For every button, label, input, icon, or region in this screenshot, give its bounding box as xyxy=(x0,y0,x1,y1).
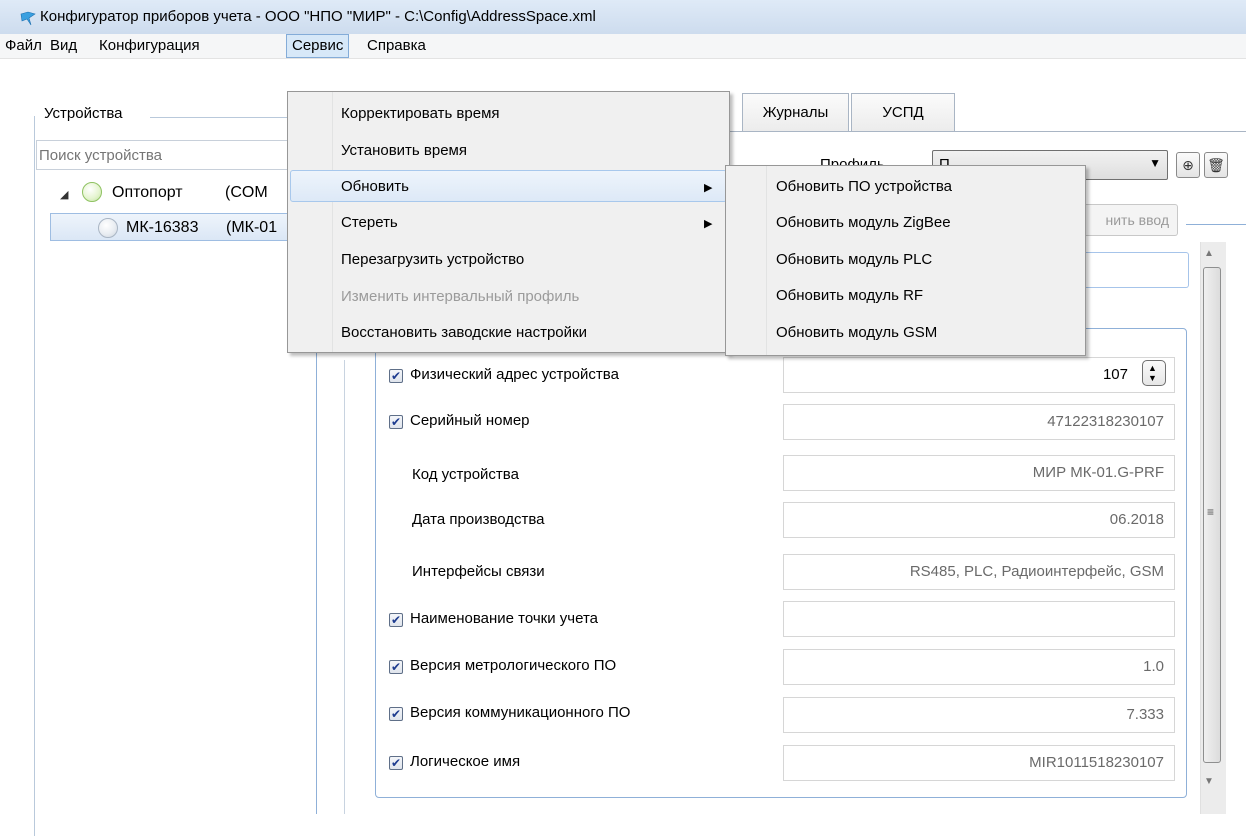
serial-number-field: 47122318230107 xyxy=(783,404,1175,440)
groupbox-header-line xyxy=(150,117,295,118)
status-idle-icon xyxy=(98,218,118,238)
submenu-update-zigbee[interactable]: Обновить модуль ZigBee xyxy=(776,214,951,231)
spinner-up-icon[interactable]: ▲ xyxy=(1148,363,1157,373)
tree-node-model: (МК-01 xyxy=(226,219,278,236)
tree-node-port: (COM xyxy=(225,184,268,201)
status-connected-icon xyxy=(82,182,102,202)
menu-configuration[interactable]: Конфигурация xyxy=(94,34,205,58)
submenu-arrow-icon: ▶ xyxy=(704,218,713,230)
menu-item-set-time[interactable]: Установить время xyxy=(341,142,467,159)
menu-gutter-line xyxy=(332,92,333,352)
window-title: Конфигуратор приборов учета - ООО "НПО "… xyxy=(40,8,596,25)
checkbox-physical-address[interactable]: ✔ xyxy=(389,369,403,383)
checkbox-point-name[interactable]: ✔ xyxy=(389,613,403,627)
label-metrology-version: Версия метрологического ПО xyxy=(410,657,617,674)
menu-view[interactable]: Вид xyxy=(45,34,82,58)
label-interfaces: Интерфейсы связи xyxy=(412,563,545,580)
label-device-code: Код устройства xyxy=(412,466,519,483)
add-profile-button[interactable]: ⊕ xyxy=(1176,152,1200,178)
label-comm-version: Версия коммуникационного ПО xyxy=(410,704,631,721)
menu-service[interactable]: Сервис xyxy=(286,34,350,58)
label-point-name: Наименование точки учета xyxy=(410,610,598,627)
submenu-update-plc[interactable]: Обновить модуль PLC xyxy=(776,251,932,268)
submenu-gutter-line xyxy=(766,166,767,355)
logical-name-field: MIR1011518230107 xyxy=(783,745,1175,781)
point-name-field[interactable] xyxy=(783,601,1175,637)
tab-uspd[interactable]: УСПД xyxy=(851,93,955,131)
submenu-update-gsm[interactable]: Обновить модуль GSM xyxy=(776,324,937,341)
content-frame-inner-border xyxy=(344,360,345,814)
app-icon xyxy=(20,11,36,26)
tree-node-device[interactable]: МК-16383 xyxy=(126,219,198,237)
label-physical-address: Физический адрес устройства xyxy=(410,366,619,383)
tab-journals[interactable]: Журналы xyxy=(742,93,849,131)
device-code-field: МИР МК-01.G-PRF xyxy=(783,455,1175,491)
interfaces-field: RS485, PLC, Радиоинтерфейс, GSM xyxy=(783,554,1175,590)
devices-panel-title: Устройства xyxy=(40,105,127,122)
checkbox-serial-number[interactable]: ✔ xyxy=(389,415,403,429)
right-groupbox-line xyxy=(1186,224,1246,225)
submenu-update-firmware[interactable]: Обновить ПО устройства xyxy=(776,178,952,195)
dropdown-arrow-icon: ▼ xyxy=(1149,156,1161,170)
label-production-date: Дата производства xyxy=(412,511,545,528)
menu-file[interactable]: Файл xyxy=(0,34,47,58)
menu-item-update[interactable]: Обновить xyxy=(341,178,409,195)
metrology-version-field: 1.0 xyxy=(783,649,1175,685)
menu-item-factory-reset[interactable]: Восстановить заводские настройки xyxy=(341,324,587,341)
checkbox-logical-name[interactable]: ✔ xyxy=(389,756,403,770)
menu-item-change-interval-profile: Изменить интервальный профиль xyxy=(341,288,580,305)
scroll-grip-icon: ≡ xyxy=(1207,505,1215,519)
scroll-up-icon[interactable]: ▲ xyxy=(1204,248,1214,259)
label-serial-number: Серийный номер xyxy=(410,412,530,429)
address-spinner[interactable]: ▲ ▼ xyxy=(1142,360,1166,386)
menu-item-erase[interactable]: Стереть xyxy=(341,214,398,231)
delete-profile-icon: 🗑 xyxy=(1207,157,1225,173)
checkbox-metrology-version[interactable]: ✔ xyxy=(389,660,403,674)
physical-address-field[interactable]: 107 xyxy=(783,357,1175,393)
expand-collapse-icon[interactable]: ◢ xyxy=(60,188,68,201)
submenu-update-rf[interactable]: Обновить модуль RF xyxy=(776,287,923,304)
menu-bar: Файл Вид Конфигурация Сервис Справка xyxy=(0,34,1246,59)
scroll-down-icon[interactable]: ▼ xyxy=(1204,776,1214,787)
menu-item-correct-time[interactable]: Корректировать время xyxy=(341,105,500,122)
add-profile-icon: ⊕ xyxy=(1182,157,1194,173)
submenu-arrow-icon: ▶ xyxy=(704,182,713,194)
tree-node-optoport[interactable]: Оптопорт xyxy=(112,184,183,202)
delete-profile-button[interactable]: 🗑 xyxy=(1204,152,1228,178)
label-logical-name: Логическое имя xyxy=(410,753,521,770)
spinner-down-icon[interactable]: ▼ xyxy=(1148,373,1157,383)
menu-help[interactable]: Справка xyxy=(362,34,431,58)
checkbox-comm-version[interactable]: ✔ xyxy=(389,707,403,721)
device-search-input[interactable] xyxy=(36,140,294,170)
production-date-field: 06.2018 xyxy=(783,502,1175,538)
menu-item-reboot[interactable]: Перезагрузить устройство xyxy=(341,251,524,268)
comm-version-field: 7.333 xyxy=(783,697,1175,733)
